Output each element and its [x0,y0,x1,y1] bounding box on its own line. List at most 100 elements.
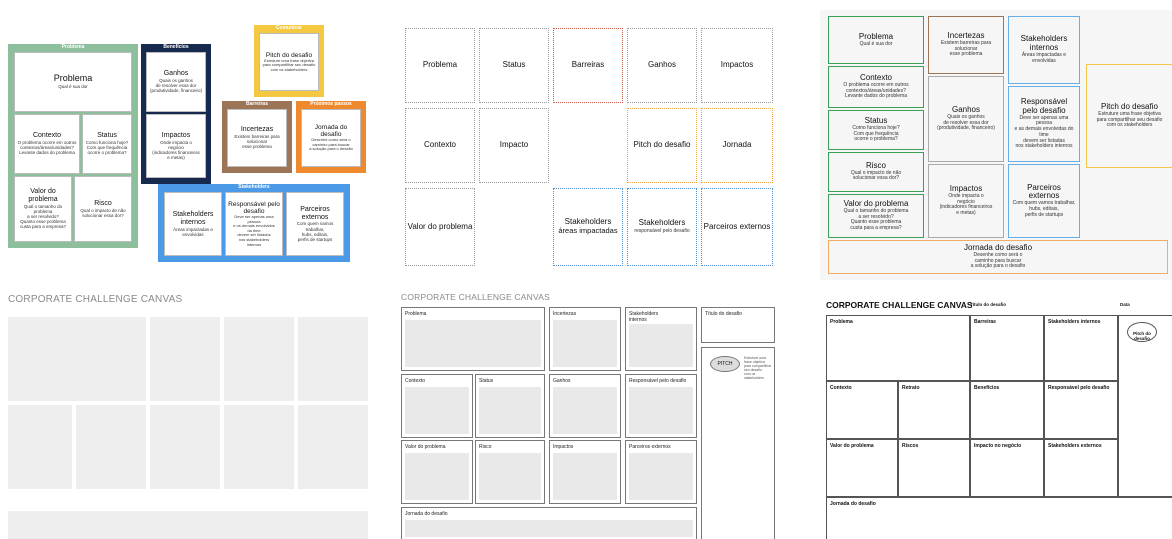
block-pitch: Pitch do desafio Estruture uma frase obj… [259,33,319,91]
p3-risco-desc: Qual o impacto de não solucionar essa do… [850,169,902,182]
p6-pitch-area: Pitch do desafio [1118,315,1172,497]
p6-jornada: Jornada do desafio [826,497,1172,539]
p6-stake-ext-label: Stakeholders externos [1048,443,1102,449]
block-jornada-title: Jornada do desafio [314,123,348,139]
p6-stake-ext: Stakeholders externos [1044,439,1118,497]
panel-dotted-canvas: Problema Status Barreiras Ganhos Impacto… [395,0,780,275]
group-stakeholders-label: Stakeholders [238,184,270,190]
p6-data-label: Data [1120,302,1130,307]
p3-impactos-desc: Onde impacta o negócio (indicadores fina… [939,192,993,217]
p3-ganhos: Ganhos Quais os ganhos de resolver essa … [928,76,1004,162]
block-parceiros-title: Parceiros externos [300,205,330,221]
p6-barreiras-label: Barreiras [974,319,996,325]
p6-titulo-label: Título do desafio [970,302,1006,307]
block-jornada: Jornada do desafio Desenhe como será o c… [301,109,361,167]
p3-pitch: Pitch do desafio Estruture uma frase obj… [1086,64,1172,168]
dot-stake-areas-sub: áreas impactadas [558,226,618,236]
p3-stake-int-title: Stakeholders internos [1020,34,1068,53]
p5-parceiros-fill [629,453,693,500]
p4-cell [8,405,72,489]
p5-incertezas-fill [553,320,617,367]
p5-valor: Valor do problema [401,440,473,504]
p5-risco-fill [479,453,541,500]
p3-pitch-desc: Estruture uma frase objetiva para compar… [1096,110,1163,129]
block-impactos: Impactos Onde impacta o negócio (indicad… [146,114,206,178]
p5-stake-int-fill [629,324,693,367]
block-responsavel-desc: Deve ser apenas uma pessoa e os demais e… [233,214,275,247]
p3-jornada: Jornada do desafio Desenhe como será o c… [828,240,1168,274]
p3-jornada-desc: Desenhe como será o caminho para buscar … [970,251,1026,270]
p5-parceiros: Parceiros externos [625,440,697,504]
block-incertezas: Incertezas Existem barreiras para soluci… [227,109,287,167]
p6-jornada-label: Jornada do desafio [830,501,876,507]
panel-gray-grid: CORPORATE CHALLENGE CANVAS [0,285,380,539]
p5-titulo: Título do desafio [701,307,775,343]
p5-problema: Problema [401,307,545,371]
p6-stake-int: Stakeholders internos [1044,315,1118,381]
p6-problema-label: Problema [830,319,853,325]
dot-jornada-label: Jornada [722,140,752,150]
p3-impactos: Impactos Onde impacta o negócio (indicad… [928,164,1004,238]
p6-contexto-label: Contexto [830,385,852,391]
p5-incertezas-label: Incertezas [553,311,577,317]
p5-stake-int-label: Stakeholders internos [629,311,659,323]
p5-pitch-note: Estruture uma frase objetiva para compar… [744,356,772,381]
dot-parceiros: Parceiros externos [701,188,773,266]
dot-stake-resp: Stakeholders responsável pelo desafio [627,188,697,266]
p3-status: Status Como funciona hoje? Com que frequ… [828,110,924,150]
block-status: Status Como funciona hoje? Com que frequ… [82,114,132,174]
p4-cell [76,405,146,489]
p5-pitch-label: PITCH [717,361,733,367]
dot-status-label: Status [502,60,526,70]
dot-parceiros-label: Parceiros externos [703,221,771,231]
dot-pitch: Pitch do desafio [627,108,697,183]
dot-barreiras: Barreiras [553,28,623,103]
block-problema: Problema Qual é sua dor [14,52,132,112]
block-contexto-desc: O problema ocorre em outros contextos/ár… [17,140,77,156]
p6-responsavel-label: Responsável pelo desafio [1048,385,1110,391]
p5-responsavel-label: Responsável pelo desafio [629,378,687,384]
dot-impacto: Impacto [479,108,549,183]
block-parceiros: Parceiros externos Com quem vamos trabal… [286,192,344,256]
block-parceiros-desc: Com quem vamos trabalhar, hubs, editais,… [296,221,334,242]
p5-parceiros-label: Parceiros externos [629,444,671,450]
p4-cell [298,405,368,489]
block-valor: Valor do problema Qual o tamanho do prob… [14,176,72,242]
p6-valor: Valor do problema [826,439,898,497]
block-impactos-title: Impactos [161,131,191,139]
block-valor-desc: Qual o tamanho do problema a ser resolvi… [19,203,67,230]
block-incertezas-title: Incertezas [240,126,274,134]
p6-title: CORPORATE CHALLENGE CANVAS [826,300,973,310]
p6-impacto-label: Impacto no negócio [974,443,1022,449]
dot-contexto: Contexto [405,108,475,183]
p5-status-fill [479,387,541,434]
p6-pitch-label: Pitch do desafio [1133,330,1151,341]
group-barreiras-label: Barreiras [246,101,268,107]
p4-cell [150,317,220,401]
p5-status-label: Status [479,378,494,384]
p5-title: CORPORATE CHALLENGE CANVAS [401,292,550,302]
p5-problema-fill [405,320,541,367]
group-comunicar-label: Comunicar [275,25,303,31]
group-problema-label: Problema [61,44,85,50]
p3-valor: Valor do problema Qual o tamanho do prob… [828,194,924,238]
p3-problema-desc: Qual é sua dor [859,40,893,47]
dot-valor-label: Valor do problema [407,221,473,231]
p6-beneficios-label: Benefícios [974,385,1000,391]
p5-risco-label: Risco [479,444,492,450]
p6-beneficios: Benefícios [970,381,1044,439]
group-stakeholders: Stakeholders Stakeholders internos Áreas… [158,184,350,262]
block-incertezas-desc: Existem barreiras para solucionar esse p… [234,134,280,150]
p5-ganhos-label: Ganhos [553,378,571,384]
p5-ganhos-fill [553,387,617,434]
p3-stake-int-desc: Áreas impactadas e envolvidas [1021,52,1067,64]
p5-problema-label: Problema [405,311,427,317]
block-impactos-desc: Onde impacta o negócio (indicadores fina… [152,139,200,161]
dot-stake-resp-title: Stakeholders [638,218,686,228]
p6-riscos: Riscos [898,439,970,497]
block-contexto: Contexto O problema ocorre em outros con… [14,114,80,174]
block-risco-title: Risco [94,199,112,207]
dot-stake-resp-sub: responsável pelo desafio [634,228,690,235]
dot-impacto-label: Impacto [499,140,529,150]
block-problema-title: Problema [53,73,93,84]
